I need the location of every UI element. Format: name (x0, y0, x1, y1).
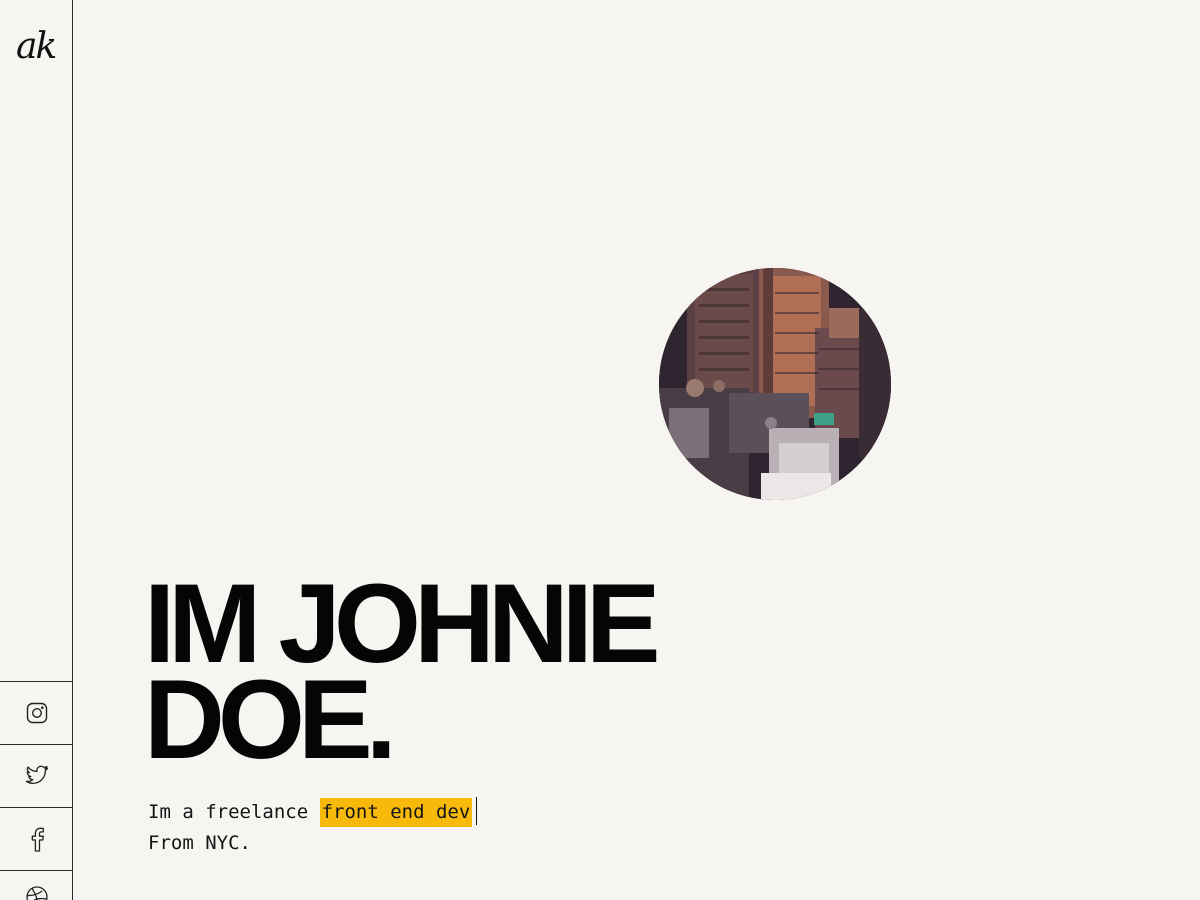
typing-cursor (476, 797, 478, 825)
dribbble-icon (25, 885, 49, 900)
sidebar: ak (0, 0, 73, 900)
hero-headline: IM JOHNIE DOE. (144, 568, 661, 782)
tagline-line-2: From NYC. (148, 832, 251, 854)
hero-tagline: Im a freelance front end dev From NYC. (148, 797, 478, 859)
tagline-line-1: Im a freelance front end dev (148, 797, 478, 828)
instagram-link[interactable] (0, 681, 73, 744)
facebook-link[interactable] (0, 807, 73, 870)
facebook-icon (30, 826, 44, 852)
profile-photo (659, 268, 891, 500)
twitter-link[interactable] (0, 744, 73, 807)
tagline-highlight: front end dev (319, 798, 473, 827)
headline-line-2: DOE. (144, 657, 397, 782)
dribbble-link[interactable] (0, 870, 73, 900)
twitter-icon (25, 765, 49, 787)
instagram-icon (25, 701, 49, 725)
logo[interactable]: ak (16, 22, 57, 72)
tagline-prefix: Im a freelance (148, 801, 320, 823)
